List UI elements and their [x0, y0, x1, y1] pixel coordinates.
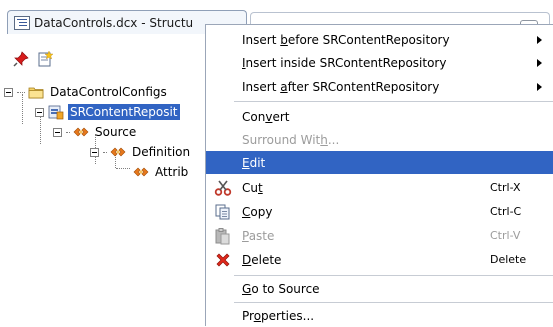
menu-convert[interactable]: Convert [206, 105, 553, 128]
tree-node-label: SRContentReposit [68, 104, 180, 120]
tree-node-srcontentrepository[interactable]: SRContentReposit [35, 102, 180, 122]
menu-cut[interactable]: Cut Ctrl-X [206, 176, 553, 199]
tree-node-label: DataControlConfigs [50, 85, 167, 99]
xml-element-icon [110, 147, 126, 157]
pin-icon [13, 51, 29, 67]
new-document-icon [38, 51, 53, 67]
menu-properties[interactable]: Properties... [206, 304, 553, 327]
menu-go-to-source[interactable]: Go to Source [206, 277, 553, 300]
menu-item-label: Insert before SRContentRepository [242, 32, 450, 47]
submenu-arrow-icon [537, 83, 542, 91]
menu-shortcut: Ctrl-X [490, 181, 521, 194]
xml-element-icon [73, 127, 89, 137]
menu-item-label: Insert after SRContentRepository [242, 79, 440, 94]
new-view-button[interactable] [36, 50, 54, 68]
menu-separator [234, 275, 553, 276]
menu-item-label: Delete [242, 252, 282, 267]
tree-node-attribute[interactable]: Attrib [133, 162, 190, 182]
delete-icon [216, 253, 230, 267]
menu-item-label: Convert [242, 109, 290, 124]
tree-node-label: Definition [132, 145, 191, 159]
scissors-icon [214, 180, 232, 196]
menu-shortcut: Ctrl-V [490, 229, 521, 242]
tree-node-definition[interactable]: Definition [90, 142, 192, 162]
menu-paste[interactable]: Paste Ctrl-V [206, 224, 553, 247]
menu-separator [234, 101, 553, 102]
menu-shortcut: Delete [490, 253, 527, 266]
menu-item-label: Edit [242, 155, 266, 170]
xml-element-icon [133, 167, 149, 177]
pin-button[interactable] [12, 50, 30, 68]
menu-insert-after[interactable]: Insert after SRContentRepository [206, 75, 553, 98]
menu-item-label: Surround With... [242, 132, 340, 147]
menu-insert-before[interactable]: Insert before SRContentRepository [206, 28, 553, 51]
tree-node-source[interactable]: Source [53, 122, 138, 142]
menu-item-label: Properties... [242, 308, 315, 323]
menu-item-label: Insert inside SRContentRepository [242, 55, 447, 70]
menu-insert-inside[interactable]: Insert inside SRContentRepository [206, 51, 553, 74]
context-menu: Insert before SRContentRepository Insert… [205, 24, 553, 326]
collapse-icon[interactable] [35, 107, 44, 117]
menu-edit[interactable]: Edit [206, 151, 553, 174]
data-control-icon [48, 105, 64, 120]
menu-item-label: Cut [242, 180, 263, 195]
menu-shortcut: Ctrl-C [490, 205, 522, 218]
tree-node-datacontrolconfigs[interactable]: DataControlConfigs [4, 82, 169, 102]
tab-title: DataControls.dcx - Structu [34, 15, 194, 30]
paste-icon [215, 228, 230, 245]
collapse-icon[interactable] [90, 147, 99, 157]
tree-node-label: Attrib [155, 165, 189, 179]
menu-copy[interactable]: Copy Ctrl-C [206, 200, 553, 223]
menu-item-label: Copy [242, 204, 273, 219]
tree-line [116, 168, 130, 169]
structure-tree: DataControlConfigs SRContentReposit Sour… [0, 78, 210, 326]
structure-icon [14, 15, 30, 30]
submenu-arrow-icon [537, 36, 542, 44]
structure-panel: DataControls.dcx - Structu DataControlCo… [0, 0, 553, 326]
menu-item-label: Go to Source [242, 281, 320, 296]
folder-icon [28, 87, 44, 99]
submenu-arrow-icon [537, 59, 542, 67]
tree-node-label: Source [95, 125, 137, 139]
collapse-icon[interactable] [4, 87, 13, 97]
menu-surround-with[interactable]: Surround With... [206, 128, 553, 151]
copy-icon [215, 204, 230, 220]
menu-separator [234, 302, 553, 303]
collapse-icon[interactable] [53, 127, 62, 137]
menu-delete[interactable]: Delete Delete [206, 248, 553, 271]
menu-item-label: Paste [242, 228, 275, 243]
